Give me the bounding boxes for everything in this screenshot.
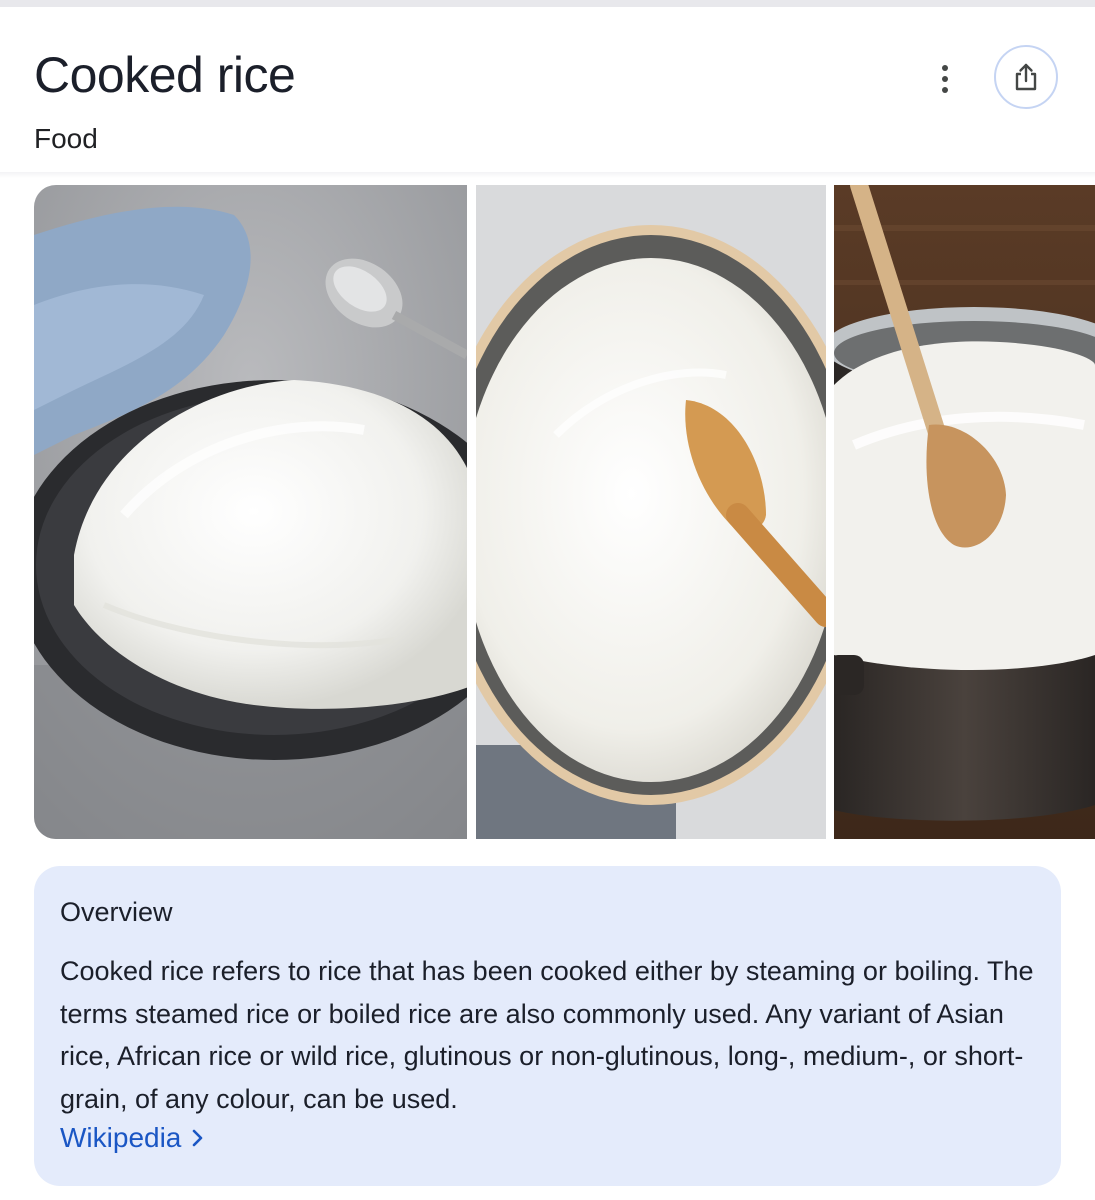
more-vertical-icon: [942, 65, 948, 71]
overview-description: Cooked rice refers to rice that has been…: [60, 956, 1034, 1114]
overview-heading: Overview: [60, 897, 173, 927]
chevron-right-icon: [193, 1129, 203, 1147]
wikipedia-link[interactable]: Wikipedia: [60, 1121, 205, 1155]
gallery-image-bowl[interactable]: [476, 185, 826, 839]
overview-card: Overview Cooked rice refers to rice that…: [34, 866, 1061, 1186]
page-title: Cooked rice: [34, 47, 296, 103]
gallery-image-plate[interactable]: [34, 185, 467, 839]
image-gallery: [34, 185, 1095, 839]
share-button[interactable]: [994, 45, 1058, 109]
entity-type: Food: [34, 123, 98, 154]
gallery-image-pot[interactable]: [834, 185, 1095, 839]
more-options-button[interactable]: [922, 54, 968, 104]
wikipedia-link-label: Wikipedia: [60, 1122, 182, 1153]
top-divider: [0, 0, 1095, 7]
share-icon: [1015, 63, 1037, 91]
header-divider: [0, 172, 1095, 178]
